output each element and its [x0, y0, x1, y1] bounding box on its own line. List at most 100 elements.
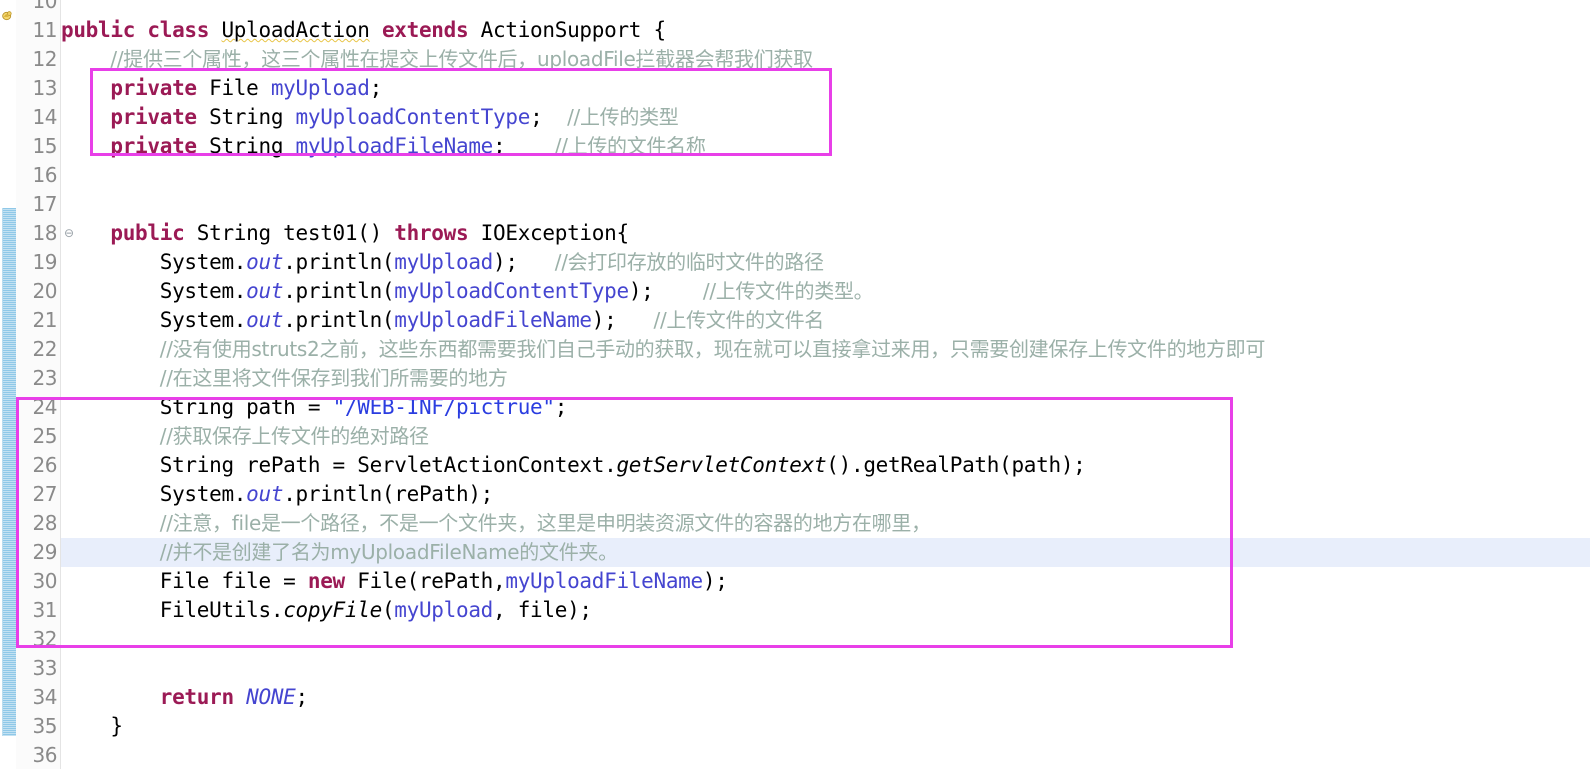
code-token: UploadAction — [221, 18, 370, 42]
line-number[interactable]: 18 — [15, 219, 58, 248]
code-line[interactable]: private String myUploadContentType; //上传… — [61, 103, 678, 132]
code-line[interactable]: private String myUploadFileName; //上传的文件… — [61, 132, 706, 161]
line-number[interactable]: 26 — [15, 451, 58, 480]
code-line[interactable]: //在这里将文件保存到我们所需要的地方 — [61, 364, 508, 393]
code-line[interactable]: File file = new File(rePath,myUploadFile… — [61, 567, 728, 596]
code-token: //注意，file是一个路径，不是一个文件夹，这里是申明装资源文件的容器的地方在… — [159, 511, 931, 535]
annotation-marker-column[interactable] — [0, 0, 17, 769]
code-token: out — [246, 279, 284, 303]
code-token: System. — [61, 250, 247, 274]
code-token: private — [110, 134, 197, 158]
code-token: out — [246, 250, 284, 274]
code-line[interactable]: System.out.println(rePath); — [61, 480, 494, 509]
code-token: copyFile — [283, 598, 382, 622]
code-token: //没有使用struts2之前，这些东西都需要我们自己手动的获取，现在就可以直接… — [159, 337, 1266, 361]
code-token: //提供三个属性，这三个属性在提交上传文件后，uploadFile拦截器会帮我们… — [110, 47, 813, 71]
code-token: //在这里将文件保存到我们所需要的地方 — [159, 366, 508, 390]
code-line[interactable]: } — [61, 712, 123, 741]
code-token: ); — [591, 308, 654, 332]
code-token: .println( — [283, 250, 395, 274]
code-editor-viewport[interactable]: 10 11 12 13 14 15 16 17 18 ⊖ 19 20 21 22 23 24 25 26 27 28 2… — [0, 0, 1590, 769]
line-number[interactable]: 21 — [15, 306, 58, 335]
code-line[interactable]: System.out.println(myUploadFileName); //… — [61, 306, 825, 335]
line-number[interactable]: 30 — [15, 567, 58, 596]
code-token: System. — [61, 308, 247, 332]
code-token: NONE — [246, 685, 296, 709]
code-token: "/WEB-INF/pictrue" — [332, 395, 555, 419]
line-number[interactable]: 17 — [15, 190, 58, 219]
line-number[interactable]: 32 — [15, 625, 58, 654]
line-number[interactable]: 13 — [15, 74, 58, 103]
code-token: //上传的类型 — [567, 105, 679, 129]
line-number[interactable]: 27 — [15, 480, 58, 509]
code-token: myUpload — [394, 598, 494, 622]
code-token: //上传文件的文件名 — [653, 308, 825, 332]
code-token: ActionSupport { — [468, 18, 666, 42]
code-token: //上传的文件名称 — [554, 134, 706, 158]
code-token: //上传文件的类型。 — [702, 279, 874, 303]
warning-marker-icon[interactable] — [1, 9, 15, 23]
code-line[interactable]: private File myUpload; — [61, 74, 382, 103]
line-number[interactable]: 10 — [15, 0, 58, 16]
line-number[interactable]: 20 — [15, 277, 58, 306]
code-line[interactable]: //获取保存上传文件的绝对路径 — [61, 422, 429, 451]
line-number[interactable]: 16 — [15, 161, 58, 190]
code-token: out — [246, 482, 284, 506]
code-token: ; — [554, 395, 568, 419]
line-number[interactable]: 31 — [15, 596, 58, 625]
code-token: getServletContext — [616, 453, 827, 477]
code-token: ; — [493, 134, 555, 158]
code-token: myUpload — [270, 76, 370, 100]
code-token: File — [196, 76, 271, 100]
code-token: ( — [381, 598, 395, 622]
line-number[interactable]: 25 — [15, 422, 58, 451]
line-number[interactable]: 11 — [15, 16, 58, 45]
code-text-area[interactable]: public class UploadAction extends Action… — [61, 0, 1590, 769]
line-number[interactable]: 19 — [15, 248, 58, 277]
code-line[interactable]: System.out.println(myUploadContentType);… — [61, 277, 874, 306]
line-number[interactable]: 33 — [15, 654, 58, 683]
code-token: System. — [61, 482, 247, 506]
code-line[interactable]: public String test01() throws IOExceptio… — [61, 219, 629, 248]
code-token: } — [61, 714, 123, 738]
line-number[interactable]: 35 — [15, 712, 58, 741]
line-number[interactable]: 34 — [15, 683, 58, 712]
line-number-gutter[interactable]: 10 11 12 13 14 15 16 17 18 ⊖ 19 20 21 22 23 24 25 26 27 28 2… — [15, 0, 74, 769]
line-number[interactable]: 23 — [15, 364, 58, 393]
code-line[interactable]: String rePath = ServletActionContext.get… — [61, 451, 1086, 480]
code-token: myUploadContentType — [394, 279, 629, 303]
line-number[interactable]: 24 — [15, 393, 58, 422]
line-number[interactable]: 14 — [15, 103, 58, 132]
line-number[interactable]: 36 — [15, 741, 58, 769]
code-line[interactable]: //没有使用struts2之前，这些东西都需要我们自己手动的获取，现在就可以直接… — [61, 335, 1266, 364]
code-token: myUploadContentType — [295, 105, 531, 129]
code-fold-collapse-icon[interactable]: ⊖ — [64, 219, 74, 248]
code-line[interactable]: //并不是创建了名为myUploadFileName的文件夹。 — [61, 538, 618, 567]
code-token: myUploadFileName — [295, 134, 494, 158]
code-line[interactable]: System.out.println(myUpload); //会打印存放的临时… — [61, 248, 824, 277]
code-token: return — [159, 685, 234, 709]
code-line[interactable]: String path = "/WEB-INF/pictrue"; — [61, 393, 568, 422]
code-line[interactable]: public class UploadAction extends Action… — [61, 16, 666, 45]
code-token: class — [147, 18, 210, 42]
code-token: System. — [61, 279, 247, 303]
code-token: String test01() — [184, 221, 395, 245]
code-line[interactable]: FileUtils.copyFile(myUpload, file); — [61, 596, 592, 625]
code-line[interactable]: //注意，file是一个路径，不是一个文件夹，这里是申明装资源文件的容器的地方在… — [61, 509, 931, 538]
line-number[interactable]: 28 — [15, 509, 58, 538]
line-number[interactable]: 22 — [15, 335, 58, 364]
code-token: IOException{ — [468, 221, 629, 245]
line-number[interactable]: 29 — [15, 538, 58, 567]
code-line[interactable]: return NONE; — [61, 683, 308, 712]
code-line[interactable]: //提供三个属性，这三个属性在提交上传文件后，uploadFile拦截器会帮我们… — [61, 45, 813, 74]
line-number[interactable]: 15 — [15, 132, 58, 161]
code-token: ); — [493, 250, 555, 274]
line-number[interactable]: 12 — [15, 45, 58, 74]
